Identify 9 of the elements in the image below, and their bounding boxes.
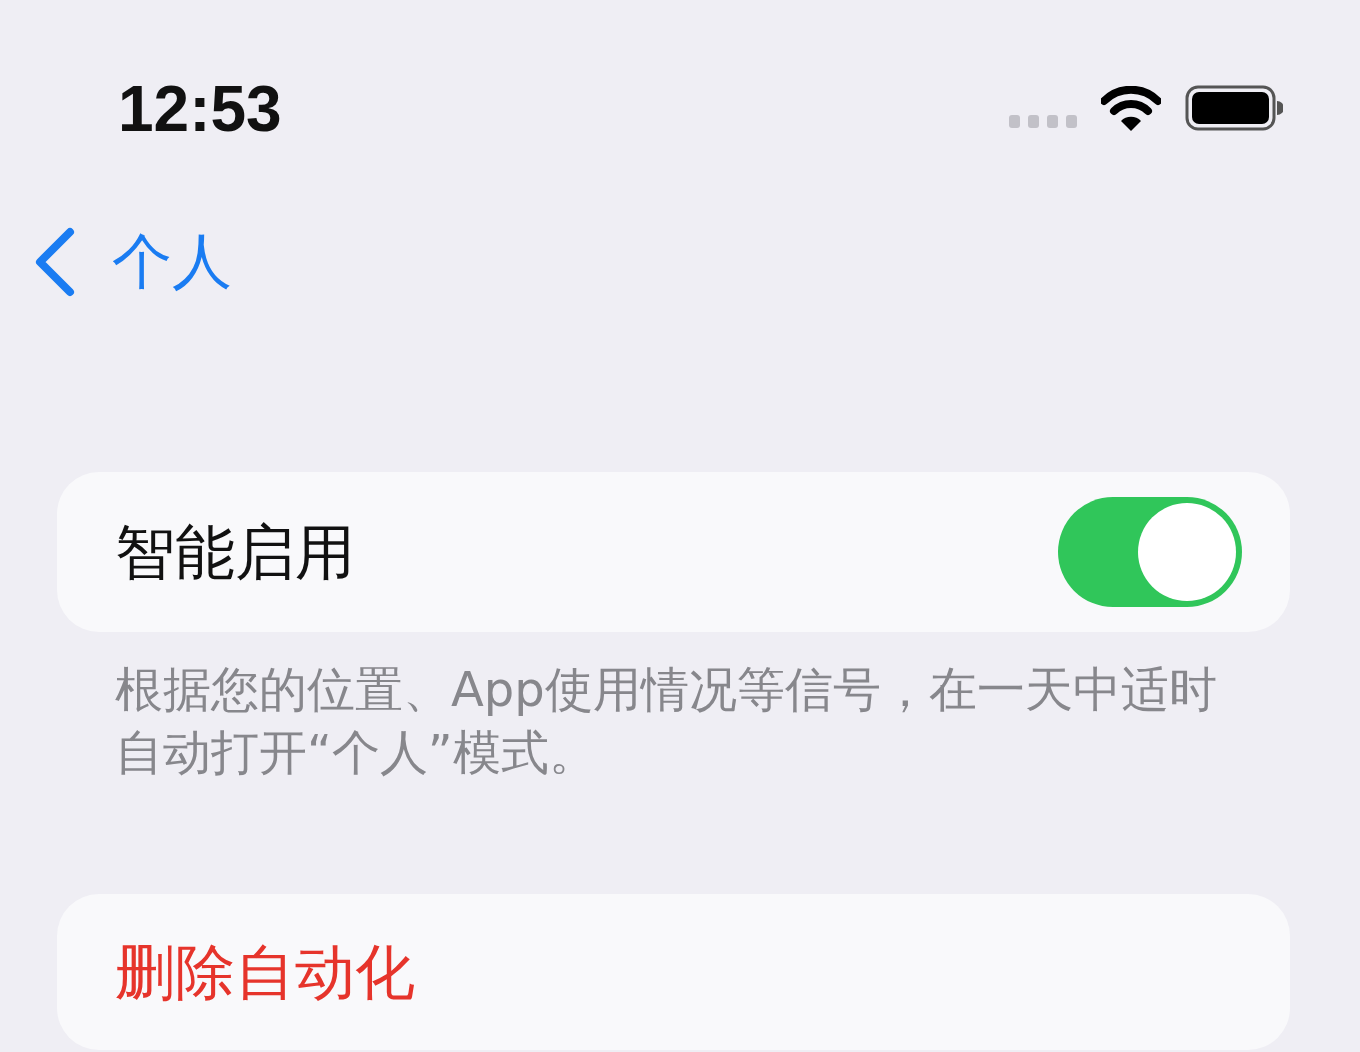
chevron-left-icon <box>34 227 76 297</box>
footer-note: 根据您的位置、App使用情况等信号，在一天中适时自动打开“个人”模式。 <box>115 660 1218 782</box>
status-time: 12:53 <box>118 74 282 144</box>
signal-icon <box>1009 115 1077 128</box>
back-button[interactable]: 个人 <box>30 224 236 300</box>
setting-label: 智能启用 <box>115 516 355 588</box>
delete-automation-button[interactable]: 删除自动化 <box>57 894 1290 1050</box>
wifi-icon <box>1101 86 1161 131</box>
battery-icon <box>1185 85 1283 131</box>
